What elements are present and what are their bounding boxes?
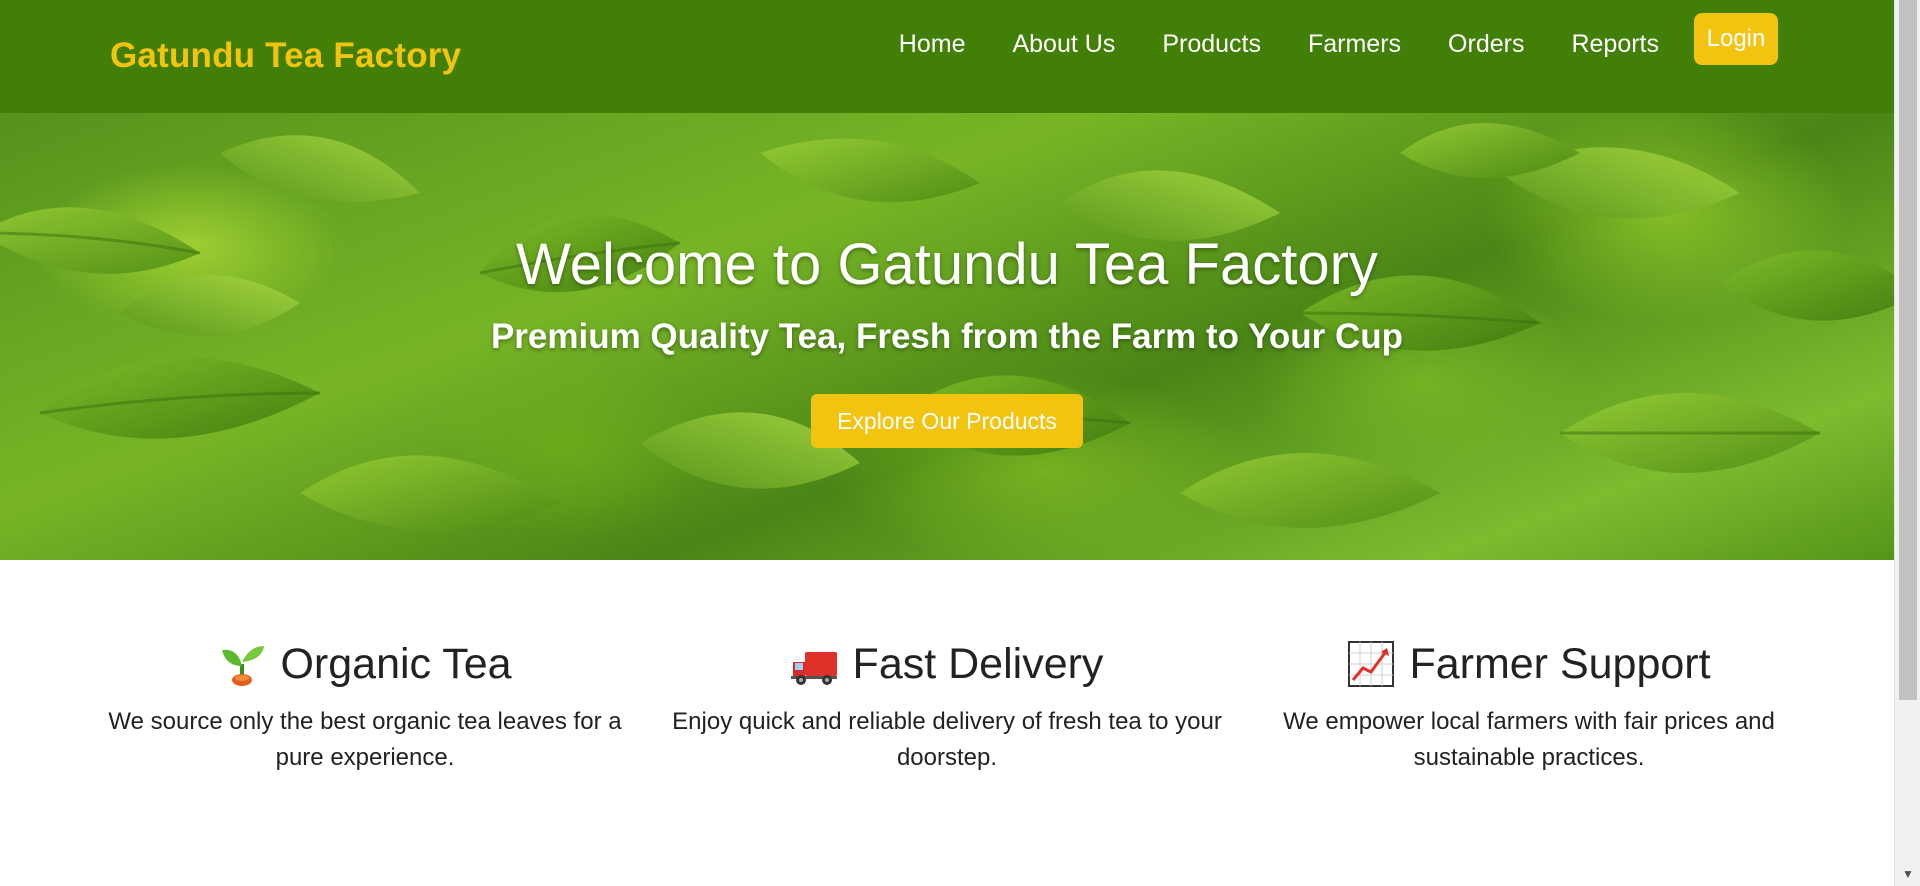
vertical-scrollbar[interactable]: ▼: [1894, 0, 1920, 886]
hero-banner: Welcome to Gatundu Tea Factory Premium Q…: [0, 113, 1894, 560]
feature-card: Farmer Support We empower local farmers …: [1249, 636, 1809, 776]
explore-products-button[interactable]: Explore Our Products: [811, 394, 1083, 448]
navbar: Gatundu Tea Factory Home About Us Produc…: [0, 0, 1894, 113]
seedling-icon: [222, 646, 265, 686]
feature-title: Fast Delivery: [852, 639, 1104, 688]
nav-link-reports[interactable]: Reports: [1571, 30, 1659, 59]
feature-description: We empower local farmers with fair price…: [1283, 708, 1775, 771]
scrollbar-thumb[interactable]: [1899, 0, 1917, 700]
feature-description: Enjoy quick and reliable delivery of fre…: [672, 708, 1222, 771]
feature-title: Organic Tea: [280, 639, 512, 688]
page: Gatundu Tea Factory Home About Us Produc…: [0, 0, 1920, 886]
feature-card: Organic Tea We source only the best orga…: [85, 636, 645, 776]
nav-link-home[interactable]: Home: [899, 30, 966, 59]
delivery-truck-icon: [790, 652, 837, 685]
features-section: Organic Tea We source only the best orga…: [0, 560, 1894, 886]
login-button[interactable]: Login: [1694, 13, 1778, 65]
nav-link-orders[interactable]: Orders: [1448, 30, 1524, 59]
chart-increasing-icon: [1348, 641, 1395, 687]
feature-card: Fast Delivery Enjoy quick and reliable d…: [667, 636, 1227, 776]
hero-subtitle: Premium Quality Tea, Fresh from the Farm…: [490, 317, 1404, 356]
nav-links: Home About Us Products Farmers Orders Re…: [852, 13, 1778, 65]
nav-link-products[interactable]: Products: [1162, 30, 1261, 59]
nav-link-farmers[interactable]: Farmers: [1308, 30, 1401, 59]
scroll-down-arrow-icon[interactable]: ▼: [1895, 864, 1920, 884]
brand-logo-text[interactable]: Gatundu Tea Factory: [110, 36, 461, 76]
feature-title: Farmer Support: [1409, 639, 1711, 688]
hero-title: Welcome to Gatundu Tea Factory: [516, 232, 1378, 297]
nav-link-about-us[interactable]: About Us: [1012, 30, 1115, 59]
feature-description: We source only the best organic tea leav…: [108, 708, 622, 771]
